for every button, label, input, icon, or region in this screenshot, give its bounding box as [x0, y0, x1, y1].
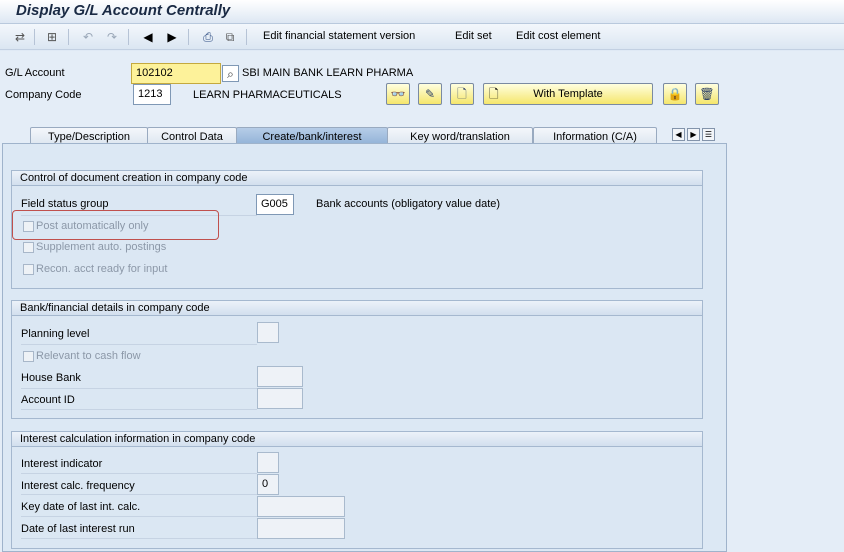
group-title: Bank/financial details in company code: [12, 301, 702, 316]
tab-scroll-left-icon[interactable]: ◀: [672, 128, 685, 141]
group-title: Control of document creation in company …: [12, 171, 702, 186]
toolbar-separator: [188, 29, 189, 45]
group-title: Interest calculation information in comp…: [12, 432, 702, 447]
row-divider: [21, 538, 257, 539]
undo-icon[interactable]: ↶: [80, 29, 96, 45]
application-toolbar: ⇄ ⊞ ↶ ↷ ◀ ▶ ⎙ ⧉ Edit financial statement…: [0, 24, 844, 50]
last-interest-run-label: Date of last interest run: [21, 523, 135, 535]
interest-frequency-label: Interest calc. frequency: [21, 480, 135, 492]
redo-icon[interactable]: ↷: [104, 29, 120, 45]
tab-list-icon[interactable]: ☰: [702, 128, 715, 141]
toolbar-separator: [128, 29, 129, 45]
hierarchy-icon[interactable]: ⊞: [44, 29, 60, 45]
edit-cost-element-button[interactable]: Edit cost element: [516, 30, 600, 42]
interest-frequency-field[interactable]: 0: [257, 474, 279, 495]
gl-account-field[interactable]: 102102: [131, 63, 221, 84]
post-automatically-label: Post automatically only: [36, 220, 149, 232]
gl-account-label: G/L Account: [5, 67, 65, 79]
house-bank-field[interactable]: [257, 366, 303, 387]
interest-calculation-group: Interest calculation information in comp…: [11, 431, 703, 549]
cash-flow-label: Relevant to cash flow: [36, 350, 141, 362]
main-area: G/L Account 102102 ⌕ SBI MAIN BANK LEARN…: [0, 51, 844, 552]
company-code-description: LEARN PHARMACEUTICALS: [193, 89, 342, 101]
row-divider: [21, 473, 257, 474]
pencil-icon[interactable]: ✎: [418, 83, 442, 105]
planning-level-field[interactable]: [257, 322, 279, 343]
search-icon[interactable]: ⌕: [222, 65, 239, 82]
next-icon[interactable]: ▶: [164, 29, 180, 45]
print-icon[interactable]: ⎙: [200, 29, 216, 45]
row-divider: [21, 409, 257, 410]
key-date-field[interactable]: [257, 496, 345, 517]
account-id-label: Account ID: [21, 394, 75, 406]
house-bank-label: House Bank: [21, 372, 81, 384]
trash-icon[interactable]: 🗑: [695, 83, 719, 105]
toolbar-separator: [68, 29, 69, 45]
glasses-icon[interactable]: 👓: [386, 83, 410, 105]
title-bar: Display G/L Account Centrally: [0, 0, 844, 24]
with-template-button[interactable]: 🗋 With Template: [483, 83, 653, 105]
previous-icon[interactable]: ◀: [140, 29, 156, 45]
supplement-postings-checkbox[interactable]: [23, 242, 34, 253]
gl-account-description: SBI MAIN BANK LEARN PHARMA: [242, 67, 414, 79]
with-template-label: With Template: [533, 88, 603, 100]
edit-fs-version-button[interactable]: Edit financial statement version: [263, 30, 415, 42]
display-change-icon[interactable]: ⇄: [12, 29, 28, 45]
cash-flow-checkbox[interactable]: [23, 351, 34, 362]
post-automatically-checkbox[interactable]: [23, 221, 34, 232]
row-divider: [21, 344, 257, 345]
recon-account-label: Recon. acct ready for input: [36, 263, 168, 275]
create-document-icon[interactable]: 🗋: [450, 83, 474, 105]
field-status-description: Bank accounts (obligatory value date): [316, 198, 501, 210]
toolbar-separator: [34, 29, 35, 45]
window-title: Display G/L Account Centrally: [16, 2, 231, 19]
account-id-field[interactable]: [257, 388, 303, 409]
supplement-postings-label: Supplement auto. postings: [36, 241, 167, 253]
tab-scroll-right-icon[interactable]: ▶: [687, 128, 700, 141]
tab-panel: Control of document creation in company …: [2, 143, 727, 552]
interest-indicator-field[interactable]: [257, 452, 279, 473]
document-creation-group: Control of document creation in company …: [11, 170, 703, 289]
company-code-label: Company Code: [5, 89, 82, 101]
toolbar-separator: [246, 29, 247, 45]
field-status-group-label: Field status group: [21, 198, 109, 210]
row-divider: [21, 388, 257, 389]
planning-level-label: Planning level: [21, 328, 90, 340]
document-icon: 🗋: [489, 87, 499, 101]
company-code-field[interactable]: 1213: [133, 84, 171, 105]
field-status-group-field[interactable]: G005: [256, 194, 294, 215]
key-date-label: Key date of last int. calc.: [21, 501, 141, 513]
where-used-icon[interactable]: ⧉: [222, 29, 238, 45]
edit-set-button[interactable]: Edit set: [455, 30, 492, 42]
row-divider: [21, 516, 257, 517]
last-interest-run-field[interactable]: [257, 518, 345, 539]
row-divider: [21, 494, 257, 495]
lock-icon[interactable]: 🔒: [663, 83, 687, 105]
bank-details-group: Bank/financial details in company code P…: [11, 300, 703, 419]
recon-account-checkbox[interactable]: [23, 264, 34, 275]
interest-indicator-label: Interest indicator: [21, 458, 103, 470]
